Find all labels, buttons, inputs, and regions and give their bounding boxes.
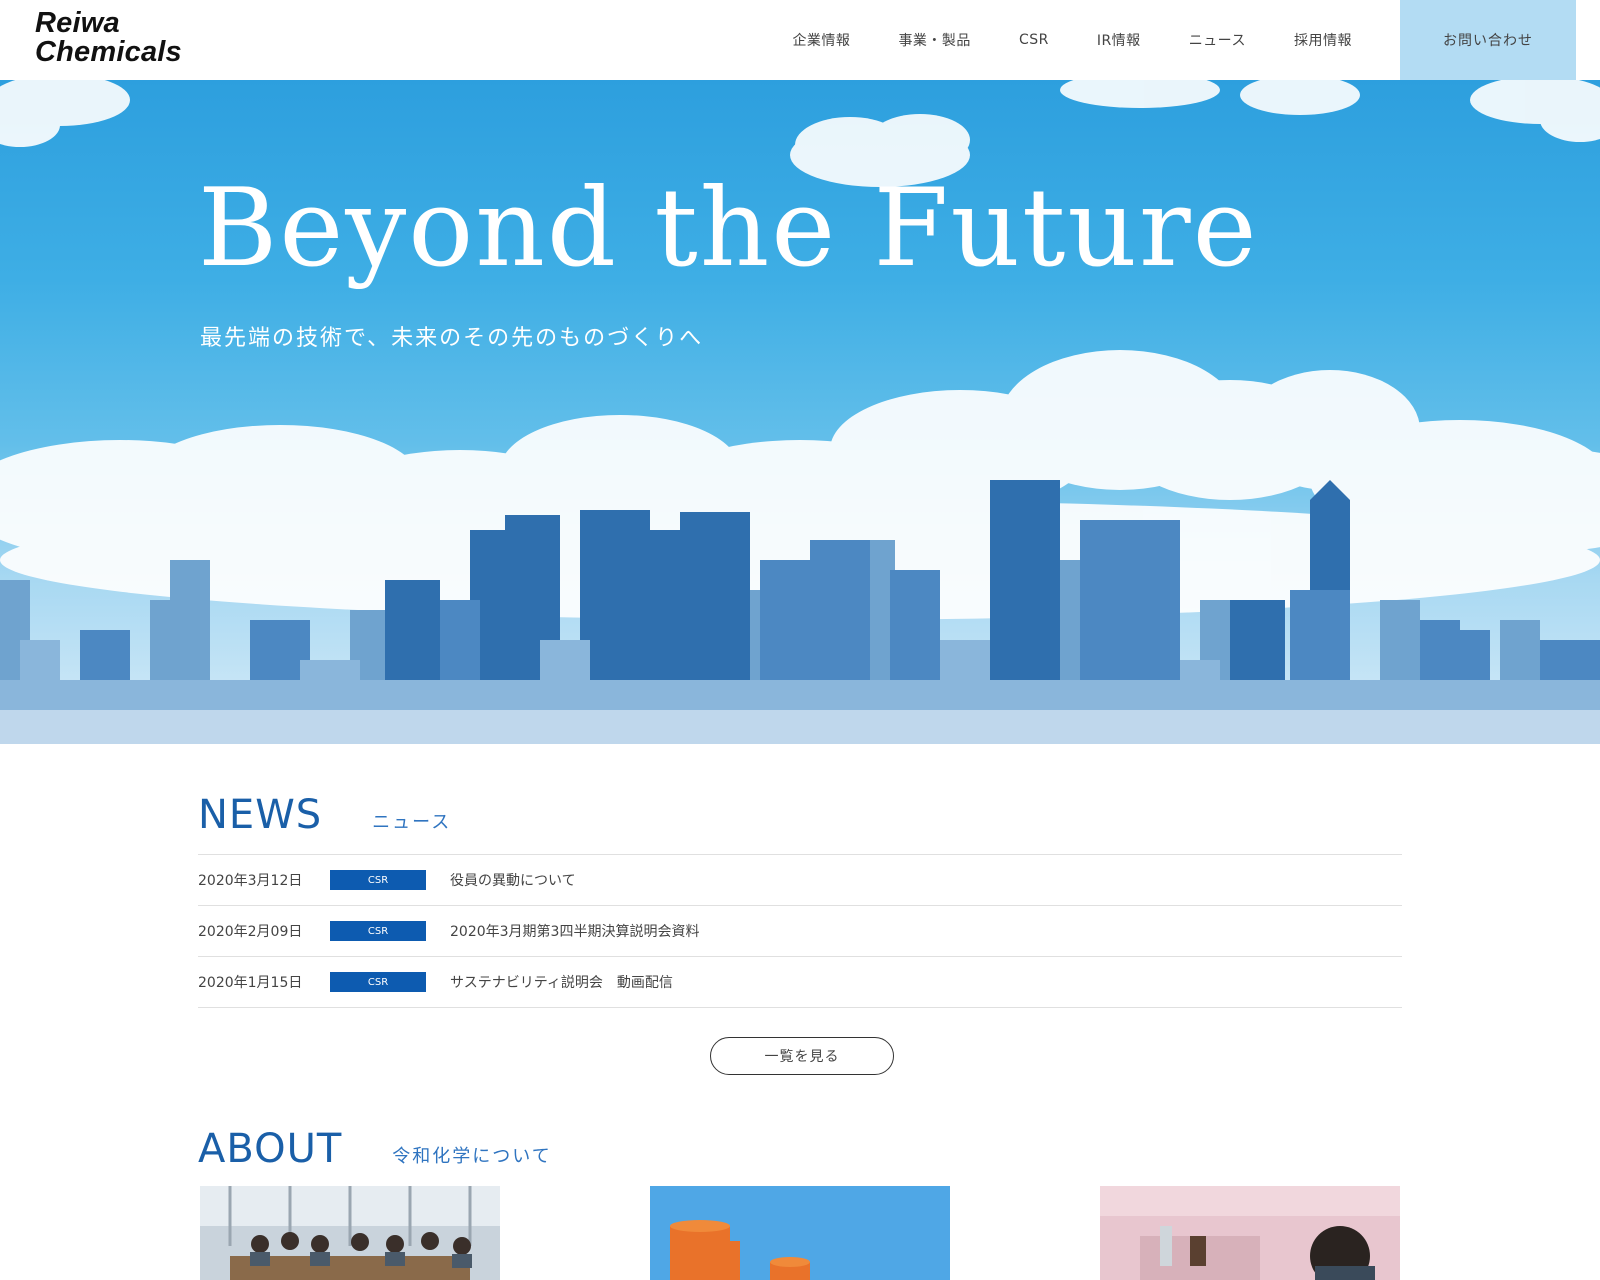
nav-item-company[interactable]: 企業情報 bbox=[792, 30, 850, 50]
logo-line-1: Reiwa bbox=[35, 7, 120, 39]
news-more-button[interactable]: 一覧を見る bbox=[710, 1037, 894, 1075]
news-item[interactable]: 2020年1月15日 CSR サステナビリティ説明会 動画配信 bbox=[198, 957, 1402, 1008]
news-title[interactable]: サステナビリティ説明会 動画配信 bbox=[450, 972, 673, 992]
hero-subtitle: 最先端の技術で、未来のその先のものづくりへ bbox=[200, 326, 704, 351]
about-heading: ABOUT 令和化学について bbox=[198, 1126, 552, 1172]
news-item[interactable]: 2020年3月12日 CSR 役員の異動について bbox=[198, 855, 1402, 906]
news-title[interactable]: 役員の異動について bbox=[450, 870, 576, 890]
about-cards bbox=[200, 1186, 1400, 1280]
news-date: 2020年3月12日 bbox=[198, 873, 303, 889]
site-header: Reiwa Chemicals 企業情報 事業・製品 CSR IR情報 ニュース… bbox=[0, 0, 1600, 80]
hero-title: Beyond the Future bbox=[198, 166, 1259, 291]
news-heading-ja: ニュース bbox=[372, 812, 452, 833]
nav-item-csr[interactable]: CSR bbox=[1019, 32, 1049, 48]
site-logo[interactable]: Reiwa Chemicals bbox=[35, 9, 182, 67]
news-date: 2020年2月09日 bbox=[198, 924, 303, 940]
nav-item-news[interactable]: ニュース bbox=[1189, 30, 1246, 50]
news-heading-en: NEWS bbox=[198, 792, 323, 838]
news-list: 2020年3月12日 CSR 役員の異動について 2020年2月09日 CSR … bbox=[198, 854, 1402, 1008]
news-title[interactable]: 2020年3月期第3四半期決算説明会資料 bbox=[450, 921, 699, 941]
hero-section: Beyond the Future 最先端の技術で、未来のその先のものづくりへ bbox=[0, 80, 1600, 744]
nav-item-business[interactable]: 事業・製品 bbox=[898, 30, 971, 50]
news-date: 2020年1月15日 bbox=[198, 975, 303, 991]
about-card-plant-photo[interactable] bbox=[650, 1186, 950, 1280]
news-heading: NEWS ニュース bbox=[198, 792, 451, 838]
nav-item-recruit[interactable]: 採用情報 bbox=[1294, 30, 1352, 50]
news-category-badge: CSR bbox=[330, 972, 426, 992]
news-category-badge: CSR bbox=[330, 870, 426, 890]
contact-button[interactable]: お問い合わせ bbox=[1400, 0, 1576, 80]
news-item[interactable]: 2020年2月09日 CSR 2020年3月期第3四半期決算説明会資料 bbox=[198, 906, 1402, 957]
about-card-lab-photo[interactable] bbox=[1100, 1186, 1400, 1280]
news-category-badge: CSR bbox=[330, 921, 426, 941]
nav-item-ir[interactable]: IR情報 bbox=[1097, 30, 1141, 50]
logo-line-2: Chemicals bbox=[35, 36, 182, 68]
about-card-meeting-photo[interactable] bbox=[200, 1186, 500, 1280]
main-nav: 企業情報 事業・製品 CSR IR情報 ニュース 採用情報 bbox=[744, 0, 1352, 80]
about-heading-ja: 令和化学について bbox=[392, 1146, 552, 1167]
about-heading-en: ABOUT bbox=[198, 1126, 343, 1172]
